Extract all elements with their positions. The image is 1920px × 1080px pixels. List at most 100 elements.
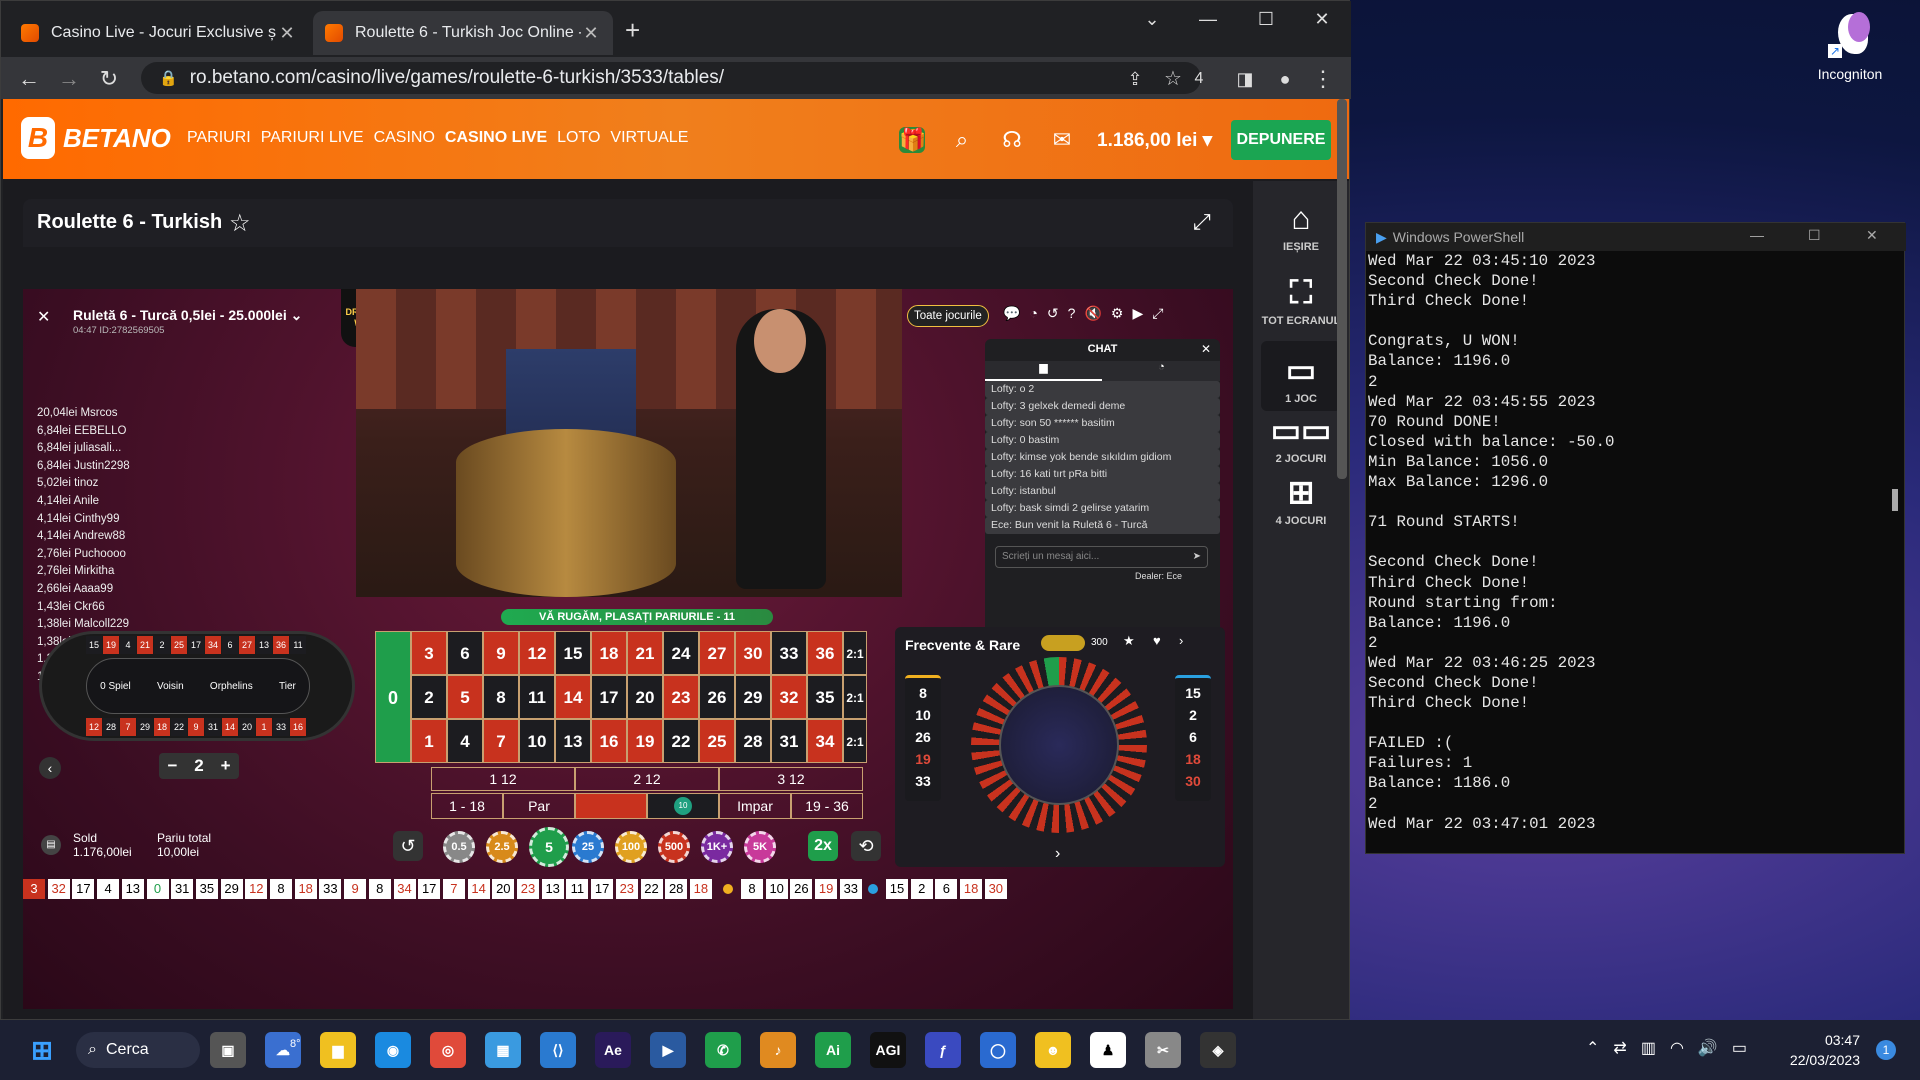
close-game-icon[interactable]: ✕ xyxy=(37,307,50,327)
racetrack-number[interactable]: 4 xyxy=(120,636,136,654)
stats-page-next-icon[interactable]: › xyxy=(1055,845,1060,863)
racetrack-number[interactable]: 27 xyxy=(239,636,255,654)
fullscreen-game-icon[interactable]: ⤢ xyxy=(1152,305,1163,322)
taskbar-app-after-effects-icon[interactable]: Ae xyxy=(595,1032,631,1068)
number-cell[interactable]: 20 xyxy=(627,675,663,719)
racetrack-number[interactable]: 34 xyxy=(205,636,221,654)
racetrack-number[interactable]: 28 xyxy=(103,718,119,736)
number-cell[interactable]: 33 xyxy=(771,631,807,675)
statistics-icon[interactable]: ◔ xyxy=(1029,305,1037,322)
chip[interactable]: 5 xyxy=(529,827,569,867)
ps-minimize-button[interactable]: — xyxy=(1750,227,1764,243)
double-button[interactable]: 2x xyxy=(808,831,838,861)
close-tab-icon[interactable]: ✕ xyxy=(277,23,297,44)
racetrack-number[interactable]: 29 xyxy=(137,718,153,736)
racetrack[interactable]: 0 Spiel Voisin Orphelins Tier 15 19 4 21 2 25… xyxy=(39,631,355,741)
voisin-bet[interactable]: Voisin xyxy=(157,681,184,692)
number-cell[interactable]: 21 xyxy=(627,631,663,675)
forward-icon[interactable]: → xyxy=(55,65,83,93)
orphelins-bet[interactable]: Orphelins xyxy=(210,681,253,692)
number-cell[interactable]: 16 xyxy=(591,719,627,763)
chat-history-tab[interactable]: ◔ xyxy=(1103,361,1220,381)
taskbar-app-ait-icon[interactable]: Ai xyxy=(815,1032,851,1068)
number-cell[interactable]: 24 xyxy=(663,631,699,675)
racetrack-number[interactable]: 15 xyxy=(86,636,102,654)
neighbours-stepper[interactable]: −2 + xyxy=(159,753,239,779)
taskbar-app-powershell-icon[interactable]: ▶ xyxy=(650,1032,686,1068)
number-cell[interactable]: 7 xyxy=(483,719,519,763)
betano-logo[interactable]: B BETANO xyxy=(21,117,171,159)
menu-pariuri-live[interactable]: PARIURI LIVE xyxy=(261,129,364,147)
number-cell[interactable]: 35 xyxy=(807,675,843,719)
number-cell[interactable]: 10 xyxy=(519,719,555,763)
chip[interactable]: 25 xyxy=(572,831,604,863)
menu-pariuri[interactable]: PARIURI xyxy=(187,129,251,147)
rebet-icon[interactable]: ⟲ xyxy=(851,831,881,861)
racetrack-number[interactable]: 25 xyxy=(171,636,187,654)
taskbar-app-obs-icon[interactable]: ◈ xyxy=(1200,1032,1236,1068)
racetrack-number[interactable]: 9 xyxy=(188,718,204,736)
tier-bet[interactable]: Tier xyxy=(279,681,296,692)
video-icon[interactable]: ▶ xyxy=(1132,305,1143,322)
number-cell[interactable]: 13 xyxy=(555,719,591,763)
bet-even[interactable]: Par xyxy=(503,793,575,819)
zero-spiel-bet[interactable]: 0 Spiel xyxy=(100,681,131,692)
gift-icon[interactable]: 🎁 xyxy=(899,127,926,153)
taskbar-app-chrome-icon[interactable]: ◎ xyxy=(430,1032,466,1068)
racetrack-number[interactable]: 14 xyxy=(222,718,238,736)
search-icon[interactable]: ⌕ xyxy=(949,127,975,153)
battery-icon[interactable]: ▭ xyxy=(1732,1038,1747,1058)
volume-icon[interactable]: 🔊 xyxy=(1698,1038,1718,1058)
menu-dots-icon[interactable]: ⋮ xyxy=(1309,65,1337,93)
stats-slider[interactable] xyxy=(1041,635,1085,651)
tray-app-icon[interactable]: ▥ xyxy=(1641,1038,1656,1058)
number-cell[interactable]: 36 xyxy=(807,631,843,675)
ps-maximize-button[interactable]: ☐ xyxy=(1808,227,1821,244)
chip[interactable]: 500 xyxy=(658,831,690,863)
column-bet[interactable]: 2:1 xyxy=(843,675,867,719)
chat-messages-tab[interactable]: ▆ xyxy=(985,361,1102,381)
four-games-button[interactable]: ⊞ 4 JOCURI xyxy=(1261,469,1341,527)
help-icon[interactable]: ? xyxy=(1068,305,1076,322)
number-cell[interactable]: 27 xyxy=(699,631,735,675)
racetrack-number[interactable]: 33 xyxy=(273,718,289,736)
taskbar-app-agi-icon[interactable]: AGI xyxy=(870,1032,906,1068)
balance-dropdown[interactable]: 1.186,00 lei ▾ xyxy=(1097,129,1212,152)
number-cell[interactable]: 23 xyxy=(663,675,699,719)
bet-black[interactable]: 10 xyxy=(647,793,719,819)
undo-icon[interactable]: ↺ xyxy=(393,831,423,861)
column-bet[interactable]: 2:1 xyxy=(843,631,867,675)
number-cell[interactable]: 4 xyxy=(447,719,483,763)
taskbar-app-fl-studio-icon[interactable]: ♪ xyxy=(760,1032,796,1068)
minimize-button[interactable]: — xyxy=(1185,9,1231,35)
racetrack-number[interactable]: 16 xyxy=(290,718,306,736)
wifi-icon[interactable]: ◠ xyxy=(1670,1038,1684,1058)
number-cell[interactable]: 29 xyxy=(735,675,771,719)
number-zero[interactable]: 0 xyxy=(375,631,411,763)
ps-close-button[interactable]: ✕ xyxy=(1866,227,1878,244)
chip[interactable]: 2.5 xyxy=(486,831,518,863)
menu-virtuale[interactable]: VIRTUALE xyxy=(610,129,688,147)
all-games-button[interactable]: Toate jocurile xyxy=(907,305,989,327)
clock[interactable]: 03:47 22/03/2023 xyxy=(1780,1030,1860,1070)
taskbar-app-task-view-icon[interactable]: ▣ xyxy=(210,1032,246,1068)
mail-icon[interactable]: ✉ xyxy=(1049,127,1075,153)
chip[interactable]: 0.5 xyxy=(443,831,475,863)
number-cell[interactable]: 34 xyxy=(807,719,843,763)
chat-input[interactable]: Scrieți un mesaj aici... ➤ xyxy=(995,546,1208,568)
racetrack-number[interactable]: 11 xyxy=(290,636,306,654)
bet-19-36[interactable]: 19 - 36 xyxy=(791,793,863,819)
page-scrollbar[interactable] xyxy=(1337,99,1347,479)
stats-heart-icon[interactable]: ♥ xyxy=(1153,633,1161,648)
number-cell[interactable]: 18 xyxy=(591,631,627,675)
racetrack-number[interactable]: 18 xyxy=(154,718,170,736)
number-cell[interactable]: 19 xyxy=(627,719,663,763)
chip[interactable]: 5K xyxy=(744,831,776,863)
number-cell[interactable]: 28 xyxy=(735,719,771,763)
bookmark-star-icon[interactable]: ☆ xyxy=(1159,65,1187,93)
racetrack-number[interactable]: 7 xyxy=(120,718,136,736)
maximize-button[interactable]: ☐ xyxy=(1243,9,1289,35)
menu-casino[interactable]: CASINO xyxy=(374,129,435,147)
reload-icon[interactable]: ↻ xyxy=(95,65,123,93)
two-games-button[interactable]: ▭▭ 2 JOCURI xyxy=(1261,407,1341,465)
